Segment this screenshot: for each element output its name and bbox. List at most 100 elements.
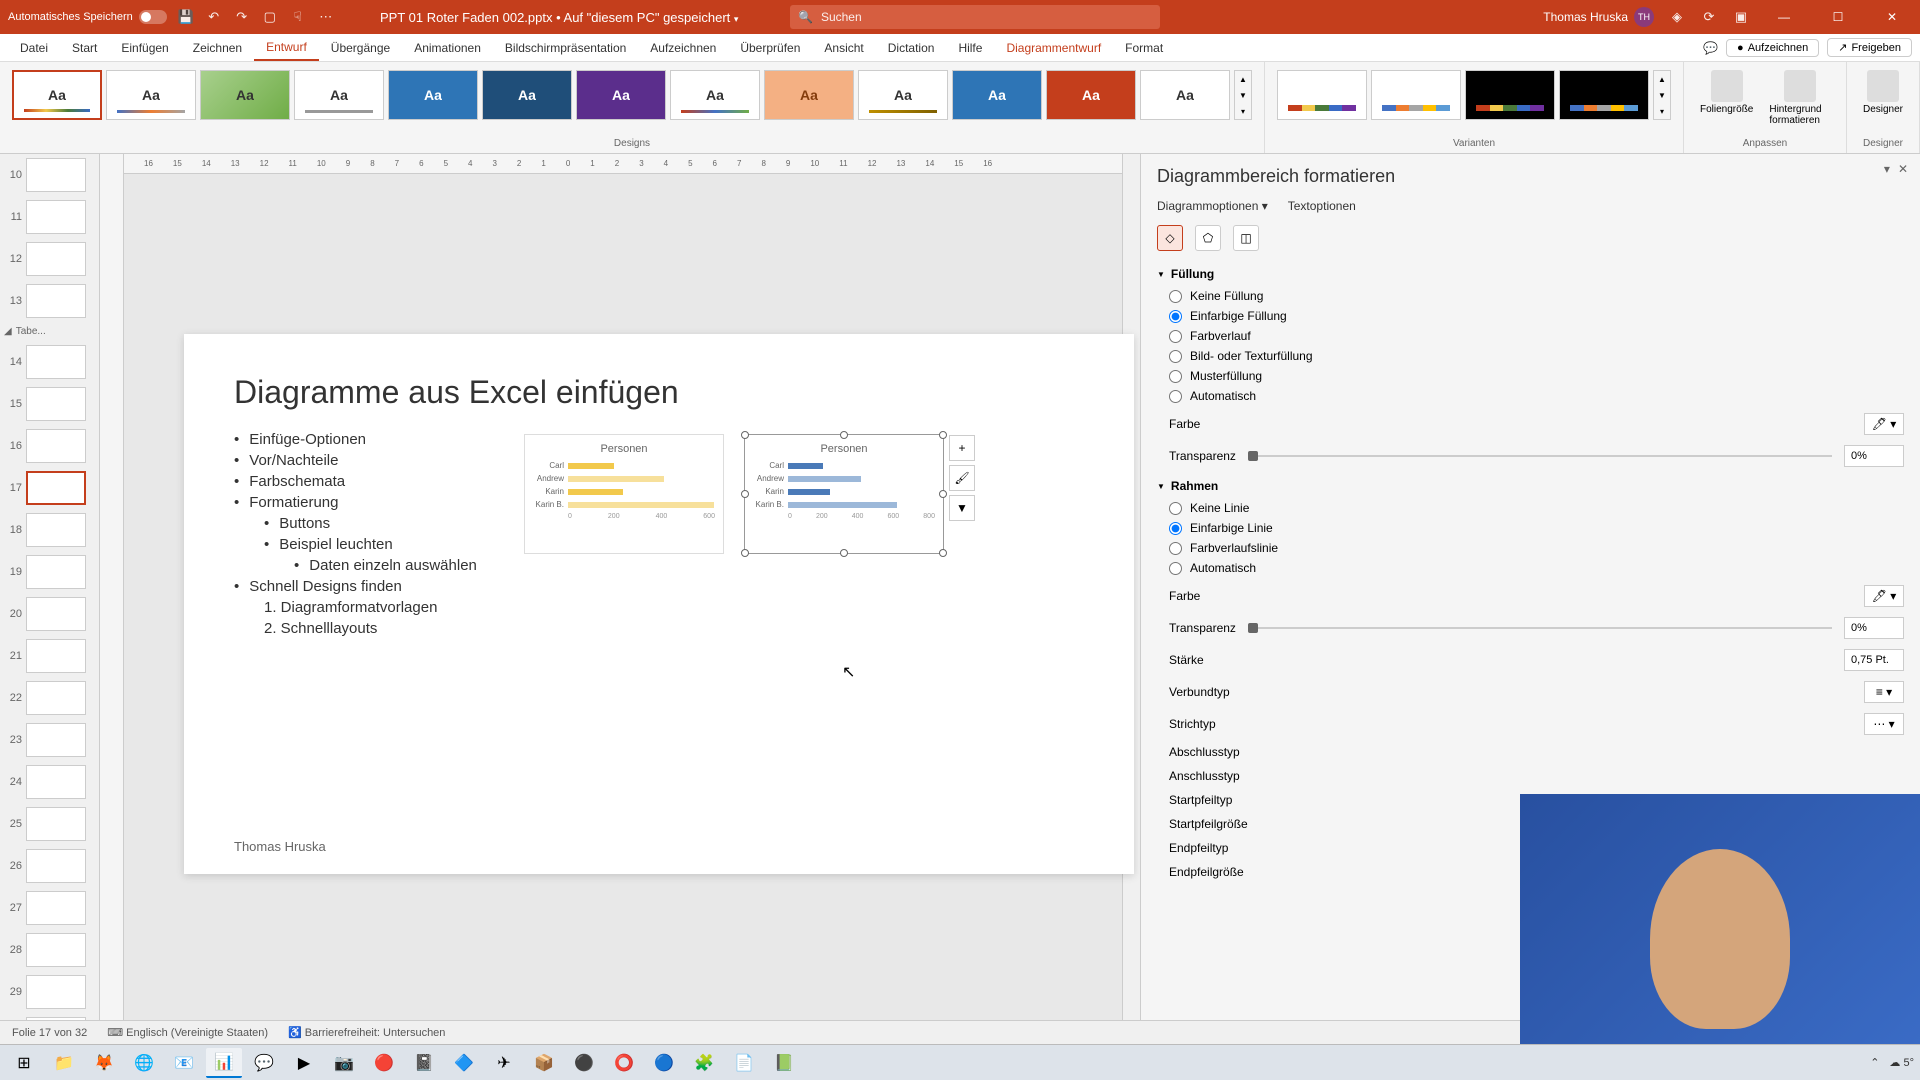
weather-widget[interactable]: ☁ 5° bbox=[1889, 1056, 1914, 1069]
pane-options-icon[interactable]: ▾ bbox=[1884, 162, 1890, 176]
slide-text[interactable]: Einfüge-Optionen Vor/Nachteile Farbschem… bbox=[234, 431, 477, 641]
chart-left[interactable]: Personen Carl Andrew Karin Karin B. 0200… bbox=[524, 434, 724, 554]
slide-counter[interactable]: Folie 17 von 32 bbox=[12, 1027, 87, 1039]
record-button[interactable]: ● Aufzeichnen bbox=[1726, 39, 1819, 57]
vlc-icon[interactable]: ▶ bbox=[286, 1048, 322, 1078]
slide-thumbnail[interactable] bbox=[26, 513, 86, 547]
slide-thumbnail[interactable] bbox=[26, 1017, 86, 1020]
line-color-button[interactable]: 🖊 ▾ bbox=[1864, 585, 1904, 607]
theme-thumb[interactable]: Aa bbox=[12, 70, 102, 120]
slide-title[interactable]: Diagramme aus Excel einfügen bbox=[234, 374, 1084, 411]
theme-thumb[interactable]: Aa bbox=[952, 70, 1042, 120]
chart-filter-button[interactable]: ▼ bbox=[949, 495, 975, 521]
tab-start[interactable]: Start bbox=[60, 34, 109, 61]
line-transparency-value[interactable]: 0% bbox=[1844, 617, 1904, 639]
theme-thumb[interactable]: Aa bbox=[858, 70, 948, 120]
slide-thumbnail[interactable] bbox=[26, 345, 86, 379]
variant-thumb[interactable] bbox=[1559, 70, 1649, 120]
tab-aufzeichnen[interactable]: Aufzeichnen bbox=[638, 34, 728, 61]
section-collapse[interactable]: ◢ bbox=[4, 326, 12, 337]
transparency-slider[interactable] bbox=[1248, 455, 1832, 457]
onenote-icon[interactable]: 📓 bbox=[406, 1048, 442, 1078]
slide-thumbnail[interactable] bbox=[26, 807, 86, 841]
slide-thumbnail[interactable] bbox=[26, 723, 86, 757]
comments-icon[interactable]: 💬 bbox=[1703, 41, 1718, 55]
designer-button[interactable]: Designer bbox=[1855, 66, 1911, 119]
sync-icon[interactable]: ⟳ bbox=[1700, 8, 1718, 26]
diamond-icon[interactable]: ◈ bbox=[1668, 8, 1686, 26]
start-icon[interactable]: ⊞ bbox=[6, 1048, 42, 1078]
solid-fill-radio[interactable] bbox=[1169, 310, 1182, 323]
slide-thumbnail[interactable] bbox=[26, 681, 86, 715]
slide-panel[interactable]: 10 11 12 13 ◢Tabe... 14 15 16 17 18 19 2… bbox=[0, 154, 100, 1020]
chart-right[interactable]: Personen Carl Andrew Karin Karin B. 0200… bbox=[744, 434, 944, 554]
slide-thumbnail[interactable] bbox=[26, 284, 86, 318]
slide-thumbnail[interactable] bbox=[26, 639, 86, 673]
slide-thumbnail[interactable] bbox=[26, 555, 86, 589]
theme-thumb[interactable]: Aa bbox=[200, 70, 290, 120]
chart-elements-button[interactable]: + bbox=[949, 435, 975, 461]
obs-icon[interactable]: ⚫ bbox=[566, 1048, 602, 1078]
border-section-header[interactable]: Rahmen bbox=[1157, 479, 1904, 493]
size-tab-icon[interactable]: ◫ bbox=[1233, 225, 1259, 251]
theme-thumb[interactable]: Aa bbox=[1140, 70, 1230, 120]
close-button[interactable]: ✕ bbox=[1872, 0, 1912, 34]
tab-zeichnen[interactable]: Zeichnen bbox=[181, 34, 254, 61]
theme-thumb[interactable]: Aa bbox=[482, 70, 572, 120]
theme-thumb[interactable]: Aa bbox=[670, 70, 760, 120]
save-icon[interactable]: 💾 bbox=[177, 8, 195, 26]
app-icon[interactable]: 🔴 bbox=[366, 1048, 402, 1078]
pattern-fill-radio[interactable] bbox=[1169, 370, 1182, 383]
user-account[interactable]: Thomas Hruska TH bbox=[1543, 7, 1654, 27]
app-icon[interactable]: 💬 bbox=[246, 1048, 282, 1078]
tray-expand-icon[interactable]: ⌃ bbox=[1870, 1056, 1879, 1069]
explorer-icon[interactable]: 📁 bbox=[46, 1048, 82, 1078]
slide-thumbnail[interactable] bbox=[26, 891, 86, 925]
tab-hilfe[interactable]: Hilfe bbox=[946, 34, 994, 61]
tab-dictation[interactable]: Dictation bbox=[876, 34, 947, 61]
undo-icon[interactable]: ↶ bbox=[205, 8, 223, 26]
text-options-tab[interactable]: Textoptionen bbox=[1288, 199, 1356, 213]
tab-bildschirm[interactable]: Bildschirmpräsentation bbox=[493, 34, 638, 61]
accessibility-check[interactable]: ♿ Barrierefreiheit: Untersuchen bbox=[288, 1026, 445, 1039]
app-icon[interactable]: 📦 bbox=[526, 1048, 562, 1078]
tab-ansicht[interactable]: Ansicht bbox=[812, 34, 875, 61]
tab-diagrammentwurf[interactable]: Diagrammentwurf bbox=[994, 34, 1113, 61]
theme-thumb[interactable]: Aa bbox=[388, 70, 478, 120]
language-indicator[interactable]: ⌨ Englisch (Vereinigte Staaten) bbox=[107, 1026, 268, 1039]
tab-uebergaenge[interactable]: Übergänge bbox=[319, 34, 402, 61]
dash-dropdown[interactable]: ⋯ ▾ bbox=[1864, 713, 1904, 735]
slide-thumbnail[interactable] bbox=[26, 597, 86, 631]
powerpoint-icon[interactable]: 📊 bbox=[206, 1048, 242, 1078]
variant-thumb[interactable] bbox=[1371, 70, 1461, 120]
firefox-icon[interactable]: 🦊 bbox=[86, 1048, 122, 1078]
tab-entwurf[interactable]: Entwurf bbox=[254, 34, 319, 61]
app-icon[interactable]: 📄 bbox=[726, 1048, 762, 1078]
transparency-value[interactable]: 0% bbox=[1844, 445, 1904, 467]
gradient-line-radio[interactable] bbox=[1169, 542, 1182, 555]
visio-icon[interactable]: 🔷 bbox=[446, 1048, 482, 1078]
format-background-button[interactable]: Hintergrund formatieren bbox=[1761, 66, 1838, 130]
telegram-icon[interactable]: ✈ bbox=[486, 1048, 522, 1078]
auto-line-radio[interactable] bbox=[1169, 562, 1182, 575]
solid-line-radio[interactable] bbox=[1169, 522, 1182, 535]
slide-thumbnail[interactable] bbox=[26, 765, 86, 799]
compound-dropdown[interactable]: ≡ ▾ bbox=[1864, 681, 1904, 703]
theme-thumb[interactable]: Aa bbox=[764, 70, 854, 120]
present-icon[interactable]: ▢ bbox=[261, 8, 279, 26]
width-value[interactable]: 0,75 Pt. bbox=[1844, 649, 1904, 671]
picture-fill-radio[interactable] bbox=[1169, 350, 1182, 363]
slide-size-button[interactable]: Foliengröße bbox=[1692, 66, 1761, 130]
theme-thumb[interactable]: Aa bbox=[1046, 70, 1136, 120]
slide-thumbnail[interactable] bbox=[26, 849, 86, 883]
slide-thumbnail[interactable] bbox=[26, 200, 86, 234]
no-fill-radio[interactable] bbox=[1169, 290, 1182, 303]
auto-fill-radio[interactable] bbox=[1169, 390, 1182, 403]
app-icon[interactable]: 📷 bbox=[326, 1048, 362, 1078]
autosave-toggle[interactable]: Automatisches Speichern bbox=[8, 10, 167, 24]
slide-canvas[interactable]: Diagramme aus Excel einfügen Einfüge-Opt… bbox=[184, 334, 1134, 874]
chart-styles-button[interactable]: 🖌 bbox=[949, 465, 975, 491]
tab-datei[interactable]: Datei bbox=[8, 34, 60, 61]
gradient-fill-radio[interactable] bbox=[1169, 330, 1182, 343]
tab-format[interactable]: Format bbox=[1113, 34, 1175, 61]
